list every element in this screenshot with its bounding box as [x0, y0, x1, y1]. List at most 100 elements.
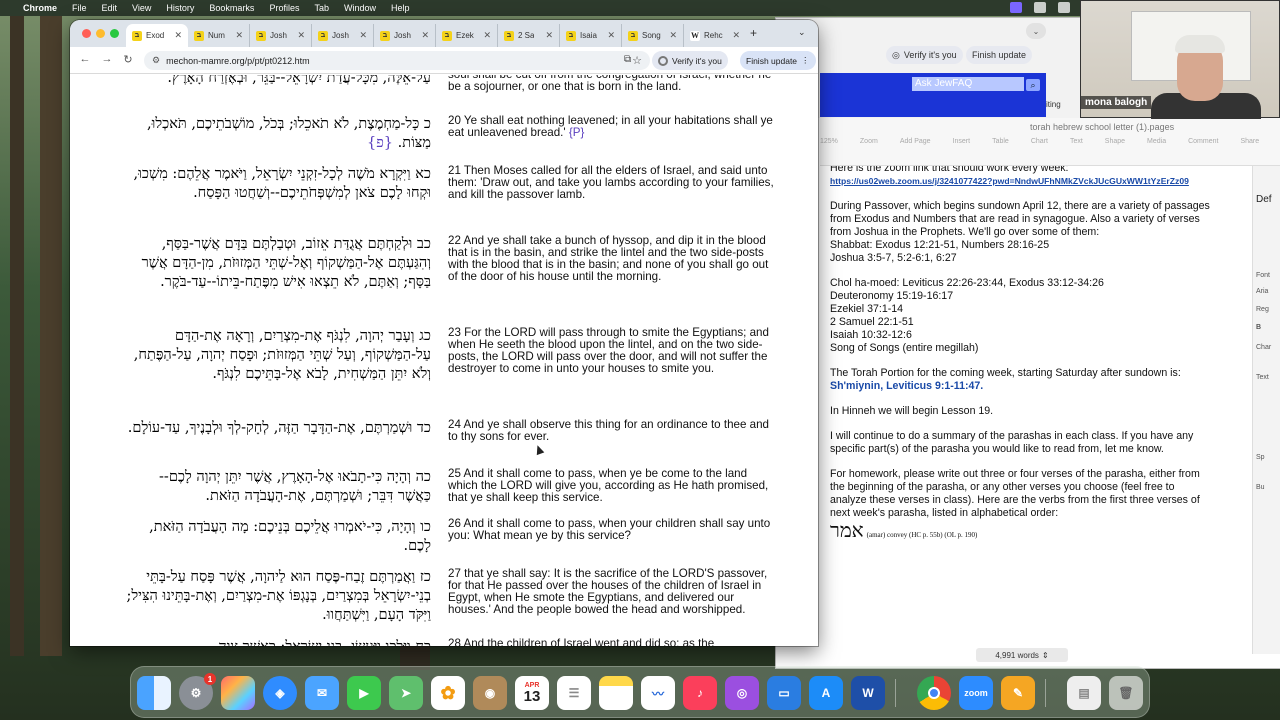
keynote-icon[interactable]: ▭: [767, 676, 801, 710]
close-tab-icon[interactable]: ✕: [174, 30, 182, 41]
tab-search-dropdown[interactable]: ⌄: [798, 27, 806, 38]
inspector-font-name[interactable]: Aria: [1256, 288, 1268, 295]
freeform-icon[interactable]: 〰: [641, 676, 675, 710]
menu-tab[interactable]: Tab: [314, 3, 329, 13]
mail-icon[interactable]: ✉: [305, 676, 339, 710]
calendar-icon[interactable]: APR 13: [515, 676, 549, 710]
inspector-font-weight[interactable]: Reg: [1256, 306, 1269, 313]
extension-icon[interactable]: ⧉: [624, 54, 631, 65]
menu-help[interactable]: Help: [391, 3, 410, 13]
reminders-icon[interactable]: ☰: [557, 676, 591, 710]
toolbar-comment[interactable]: Comment: [1188, 138, 1218, 145]
tab-wikipedia[interactable]: W Rehc ✕: [684, 24, 746, 47]
finish-update-button[interactable]: Finish update ⋮: [740, 51, 816, 70]
reload-icon[interactable]: ↻: [121, 53, 135, 66]
close-tab-icon[interactable]: ✕: [732, 30, 740, 41]
tab-ezekiel[interactable]: ב Ezek ✕: [436, 24, 498, 47]
tab-exodus[interactable]: ב Exod ✕: [126, 24, 188, 47]
tab-song-of-songs[interactable]: ב Song ✕: [622, 24, 684, 47]
toolbar-shape[interactable]: Shape: [1105, 138, 1125, 145]
menu-app-name[interactable]: Chrome: [23, 3, 57, 13]
close-tab-icon[interactable]: ✕: [545, 30, 553, 41]
search-icon[interactable]: ⌕: [1026, 79, 1040, 91]
back-arrow-icon[interactable]: ←: [78, 53, 92, 65]
wifi-icon[interactable]: [1058, 2, 1070, 13]
menu-file[interactable]: File: [72, 3, 87, 13]
toolbar-zoom[interactable]: Zoom: [860, 138, 878, 145]
close-tab-icon[interactable]: ✕: [235, 30, 243, 41]
toolbar-chart[interactable]: Chart: [1031, 138, 1048, 145]
system-settings-icon[interactable]: ⚙ 1: [179, 673, 216, 710]
close-tab-icon[interactable]: ✕: [607, 30, 615, 41]
tab-2-samuel[interactable]: ב 2 Sa ✕: [498, 24, 560, 47]
finder-icon[interactable]: [137, 676, 171, 710]
zoom-icon[interactable]: zoom: [959, 676, 993, 710]
minimize-window-button[interactable]: [96, 29, 105, 38]
tab-joshua-1[interactable]: ב Josh ✕: [250, 24, 312, 47]
menu-history[interactable]: History: [166, 3, 194, 13]
close-tab-icon[interactable]: ✕: [421, 30, 429, 41]
screen-share-icon[interactable]: [1010, 2, 1022, 13]
toolbar-media[interactable]: Media: [1147, 138, 1166, 145]
tab-label: Exod: [146, 31, 165, 40]
toolbar-share[interactable]: Share: [1240, 138, 1259, 145]
photos-icon[interactable]: ✿: [431, 676, 465, 710]
toolbar-insert[interactable]: Insert: [953, 138, 971, 145]
word-icon[interactable]: W: [851, 676, 885, 710]
word-count[interactable]: 4,991 words ⇕: [976, 648, 1068, 662]
menu-view[interactable]: View: [132, 3, 151, 13]
tab-isaiah[interactable]: ב Isaia ✕: [560, 24, 622, 47]
safari-icon[interactable]: ◈: [263, 676, 297, 710]
toolbar-add-page[interactable]: Add Page: [900, 138, 931, 145]
english-verse: 20 Ye shall eat nothing leavened; in all…: [448, 115, 778, 139]
podcasts-icon[interactable]: ◎: [725, 676, 759, 710]
contacts-icon[interactable]: ◉: [473, 676, 507, 710]
menu-window[interactable]: Window: [344, 3, 376, 13]
zoom-link[interactable]: https://us02web.zoom.us/j/3241077422?pwd…: [830, 176, 1189, 186]
app-store-icon[interactable]: A: [809, 676, 843, 710]
pages-icon[interactable]: ✎: [1001, 676, 1035, 710]
close-tab-icon[interactable]: ✕: [483, 30, 491, 41]
tab-numbers[interactable]: ב Num ✕: [188, 24, 250, 47]
menu-bookmarks[interactable]: Bookmarks: [209, 3, 254, 13]
facetime-icon[interactable]: ▶: [347, 676, 381, 710]
maps-icon[interactable]: ➤: [389, 676, 423, 710]
tab-joshua-3[interactable]: ב Josh ✕: [374, 24, 436, 47]
music-icon[interactable]: ♪: [683, 676, 717, 710]
zoom-video-tile[interactable]: mona balogh: [1080, 0, 1280, 119]
document-icon[interactable]: ▤: [1067, 676, 1101, 710]
zoom-control[interactable]: 125%: [820, 138, 838, 145]
tab-joshua-2[interactable]: ב Josh ✕: [312, 24, 374, 47]
menu-edit[interactable]: Edit: [102, 3, 118, 13]
verify-profile-button[interactable]: Verify it's you: [652, 51, 728, 70]
background-finish-update-button[interactable]: Finish update: [966, 46, 1033, 64]
document-body[interactable]: Here is the zoom link that should work e…: [820, 166, 1252, 654]
notes-icon[interactable]: [599, 676, 633, 710]
reading-line: 2 Samuel 22:1-51: [830, 316, 914, 328]
close-tab-icon[interactable]: ✕: [359, 30, 367, 41]
background-verify-button[interactable]: ◎ Verify it's you: [886, 46, 963, 64]
inspector-bold[interactable]: B: [1256, 324, 1261, 331]
ask-jewfaq-input[interactable]: Ask JewFAQ: [912, 77, 1024, 91]
forward-arrow-icon[interactable]: →: [100, 53, 114, 65]
trash-icon[interactable]: 🗑: [1109, 676, 1143, 710]
close-tab-icon[interactable]: ✕: [297, 30, 305, 41]
chrome-icon[interactable]: [917, 676, 951, 710]
site-info-icon[interactable]: ⚙: [152, 55, 160, 66]
tab-search-dropdown[interactable]: ⌄: [1026, 23, 1046, 39]
launchpad-icon[interactable]: [221, 676, 255, 710]
inspector-style[interactable]: Def: [1256, 194, 1272, 205]
zoom-window-button[interactable]: [110, 29, 119, 38]
address-bar[interactable]: ⚙ mechon-mamre.org/p/pt/pt0212.htm ☆: [144, 51, 650, 70]
toolbar-text[interactable]: Text: [1070, 138, 1083, 145]
page-content[interactable]: עַל-אֵלֶּה, מִכָּל-עֲדַת יִשְׂרָאֵל--בַּ…: [70, 75, 818, 646]
close-tab-icon[interactable]: ✕: [669, 30, 677, 41]
bookmark-star-icon[interactable]: ☆: [632, 54, 642, 67]
toolbar-table[interactable]: Table: [992, 138, 1009, 145]
participant-name: mona balogh: [1081, 96, 1152, 109]
reading-line: Chol ha-moed: Leviticus 22:26-23:44, Exo…: [830, 277, 1104, 289]
zoom-status-icon[interactable]: [1034, 2, 1046, 13]
new-tab-button[interactable]: +: [750, 26, 757, 40]
menu-profiles[interactable]: Profiles: [269, 3, 299, 13]
close-window-button[interactable]: [82, 29, 91, 38]
